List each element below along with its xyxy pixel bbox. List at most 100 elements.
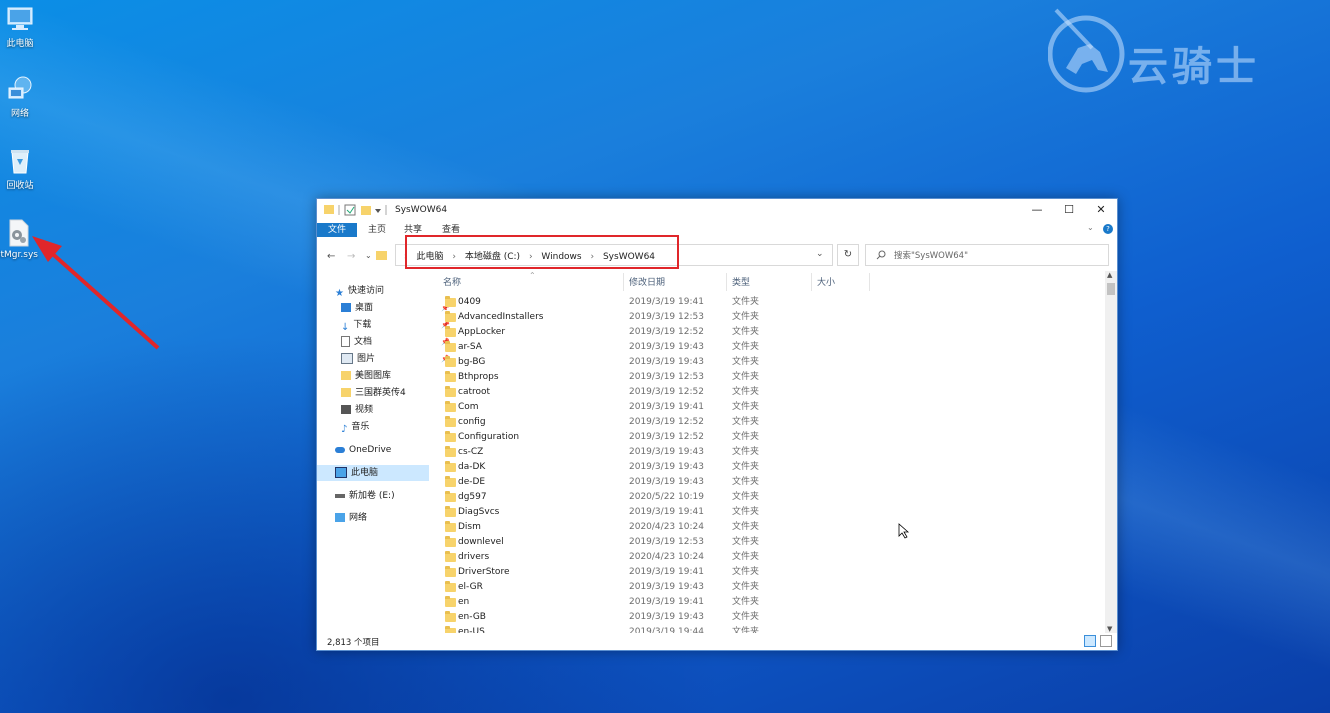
network-icon — [335, 513, 345, 522]
file-row[interactable]: AdvancedInstallers 2019/3/19 12:53 文件夹 — [439, 310, 1107, 325]
nav-new-volume-e[interactable]: 新加卷 (E:) — [335, 488, 395, 504]
file-row[interactable]: da-DK 2019/3/19 19:43 文件夹 — [439, 460, 1107, 475]
tab-home[interactable]: 主页 — [363, 223, 391, 237]
file-date: 2019/3/19 19:43 — [629, 462, 704, 472]
file-date: 2019/3/19 12:53 — [629, 537, 704, 547]
explorer-window[interactable]: SysWOW64 — ☐ ✕ 文件 主页 共享 查看 ⌄ ? ← → ⌄ ↑ ›… — [316, 198, 1118, 651]
file-row[interactable]: de-DE 2019/3/19 19:43 文件夹 — [439, 475, 1107, 490]
column-header-type[interactable]: 类型 — [732, 275, 750, 291]
forward-button[interactable]: → — [347, 251, 355, 262]
file-name: Com — [458, 402, 479, 412]
file-row[interactable]: cs-CZ 2019/3/19 19:43 文件夹 — [439, 445, 1107, 460]
file-row[interactable]: downlevel 2019/3/19 12:53 文件夹 — [439, 535, 1107, 550]
file-type: 文件夹 — [732, 357, 760, 367]
vertical-scrollbar[interactable]: ▲ ▼ — [1105, 271, 1117, 633]
file-row[interactable]: en-US 2019/3/19 19:44 文件夹 — [439, 625, 1107, 633]
column-divider[interactable] — [726, 273, 727, 291]
recent-locations-button[interactable]: ⌄ — [365, 251, 372, 260]
address-dropdown-icon[interactable]: ⌄ — [816, 249, 824, 259]
download-icon: ↓ — [341, 322, 350, 333]
title-bar[interactable]: SysWOW64 — ☐ ✕ — [317, 199, 1117, 221]
file-row[interactable]: Com 2019/3/19 19:41 文件夹 — [439, 400, 1107, 415]
folder-icon — [341, 371, 351, 380]
scroll-up-icon[interactable]: ▲ — [1107, 271, 1112, 279]
file-date: 2019/3/19 12:52 — [629, 387, 704, 397]
refresh-button[interactable]: ↻ — [837, 244, 859, 266]
file-row[interactable]: en 2019/3/19 19:41 文件夹 — [439, 595, 1107, 610]
file-date: 2019/3/19 12:52 — [629, 432, 704, 442]
file-type: 文件夹 — [732, 402, 760, 412]
file-row[interactable]: DiagSvcs 2019/3/19 19:41 文件夹 — [439, 505, 1107, 520]
folder-icon — [376, 251, 387, 260]
file-date: 2019/3/19 12:53 — [629, 312, 704, 322]
nav-item-meitu[interactable]: 美图图库 — [341, 368, 391, 384]
scroll-down-icon[interactable]: ▼ — [1107, 625, 1112, 633]
nav-network[interactable]: 网络 — [335, 510, 367, 526]
watermark-logo: 云骑士 — [1047, 8, 1318, 98]
file-name: DiagSvcs — [458, 507, 500, 517]
file-date: 2019/3/19 19:41 — [629, 567, 704, 577]
folder-icon — [445, 536, 456, 547]
folder-icon — [445, 566, 456, 577]
nav-item-sanguo[interactable]: 三国群英传4 — [341, 385, 406, 401]
search-placeholder: 搜索"SysWOW64" — [894, 251, 968, 261]
nav-onedrive[interactable]: OneDrive — [335, 442, 391, 458]
file-date: 2019/3/19 19:44 — [629, 627, 704, 633]
minimize-button[interactable]: — — [1021, 199, 1053, 221]
file-row[interactable]: DriverStore 2019/3/19 19:41 文件夹 — [439, 565, 1107, 580]
file-date: 2019/3/19 12:53 — [629, 372, 704, 382]
file-type: 文件夹 — [732, 312, 760, 322]
file-type: 文件夹 — [732, 507, 760, 517]
nav-item-documents[interactable]: 文档📌 — [341, 334, 450, 350]
scrollbar-thumb[interactable] — [1107, 283, 1115, 295]
column-divider[interactable] — [869, 273, 870, 291]
file-row[interactable]: ar-SA 2019/3/19 19:43 文件夹 — [439, 340, 1107, 355]
file-row[interactable]: Configuration 2019/3/19 12:52 文件夹 — [439, 430, 1107, 445]
nav-item-videos[interactable]: 视频 — [341, 402, 373, 418]
nav-item-pictures[interactable]: 图片📌 — [341, 351, 450, 367]
back-button[interactable]: ← — [327, 251, 335, 262]
close-button[interactable]: ✕ — [1085, 199, 1117, 221]
nav-item-downloads[interactable]: ↓ 下载 📌 — [341, 317, 450, 333]
ribbon-expand-icon[interactable]: ⌄ — [1087, 223, 1094, 232]
file-row[interactable]: drivers 2020/4/23 10:24 文件夹 — [439, 550, 1107, 565]
file-type: 文件夹 — [732, 567, 760, 577]
file-name: drivers — [458, 552, 490, 562]
file-row[interactable]: 0409 2019/3/19 19:41 文件夹 — [439, 295, 1107, 310]
file-row[interactable]: catroot 2019/3/19 12:52 文件夹 — [439, 385, 1107, 400]
file-name: AdvancedInstallers — [458, 312, 544, 322]
large-icons-view-button[interactable] — [1100, 635, 1112, 647]
column-header-name[interactable]: 名称 — [443, 275, 461, 291]
maximize-button[interactable]: ☐ — [1053, 199, 1085, 221]
file-row[interactable]: AppLocker 2019/3/19 12:52 文件夹 — [439, 325, 1107, 340]
file-type: 文件夹 — [732, 597, 760, 607]
file-row[interactable]: en-GB 2019/3/19 19:43 文件夹 — [439, 610, 1107, 625]
file-row[interactable]: config 2019/3/19 12:52 文件夹 — [439, 415, 1107, 430]
column-divider[interactable] — [623, 273, 624, 291]
file-name: DriverStore — [458, 567, 510, 577]
details-view-button[interactable] — [1084, 635, 1096, 647]
file-row[interactable]: Bthprops 2019/3/19 12:53 文件夹 — [439, 370, 1107, 385]
folder-icon — [445, 326, 456, 337]
file-rows: 0409 2019/3/19 19:41 文件夹 AdvancedInstallers… — [439, 295, 1107, 633]
column-divider[interactable] — [811, 273, 812, 291]
file-row[interactable]: Dism 2020/4/23 10:24 文件夹 — [439, 520, 1107, 535]
nav-quick-access[interactable]: ★ 快速访问 — [335, 283, 384, 299]
folder-icon — [445, 491, 456, 502]
file-name: 0409 — [458, 297, 481, 307]
file-row[interactable]: el-GR 2019/3/19 19:43 文件夹 — [439, 580, 1107, 595]
file-row[interactable]: dg597 2020/5/22 10:19 文件夹 — [439, 490, 1107, 505]
column-header-size[interactable]: 大小 — [817, 275, 835, 291]
folder-icon — [445, 521, 456, 532]
help-icon[interactable]: ? — [1103, 224, 1113, 234]
tab-file[interactable]: 文件 — [317, 223, 357, 237]
search-input[interactable]: 搜索"SysWOW64" — [865, 244, 1109, 266]
file-name: en — [458, 597, 470, 607]
file-row[interactable]: bg-BG 2019/3/19 19:43 文件夹 — [439, 355, 1107, 370]
column-header-date[interactable]: 修改日期 — [629, 275, 665, 291]
nav-item-music[interactable]: ♪ 音乐 — [341, 419, 369, 435]
folder-icon — [445, 446, 456, 457]
nav-item-desktop[interactable]: 桌面 📌 — [341, 300, 450, 316]
file-date: 2020/4/23 10:24 — [629, 552, 704, 562]
nav-this-pc[interactable]: 此电脑 — [317, 465, 429, 481]
